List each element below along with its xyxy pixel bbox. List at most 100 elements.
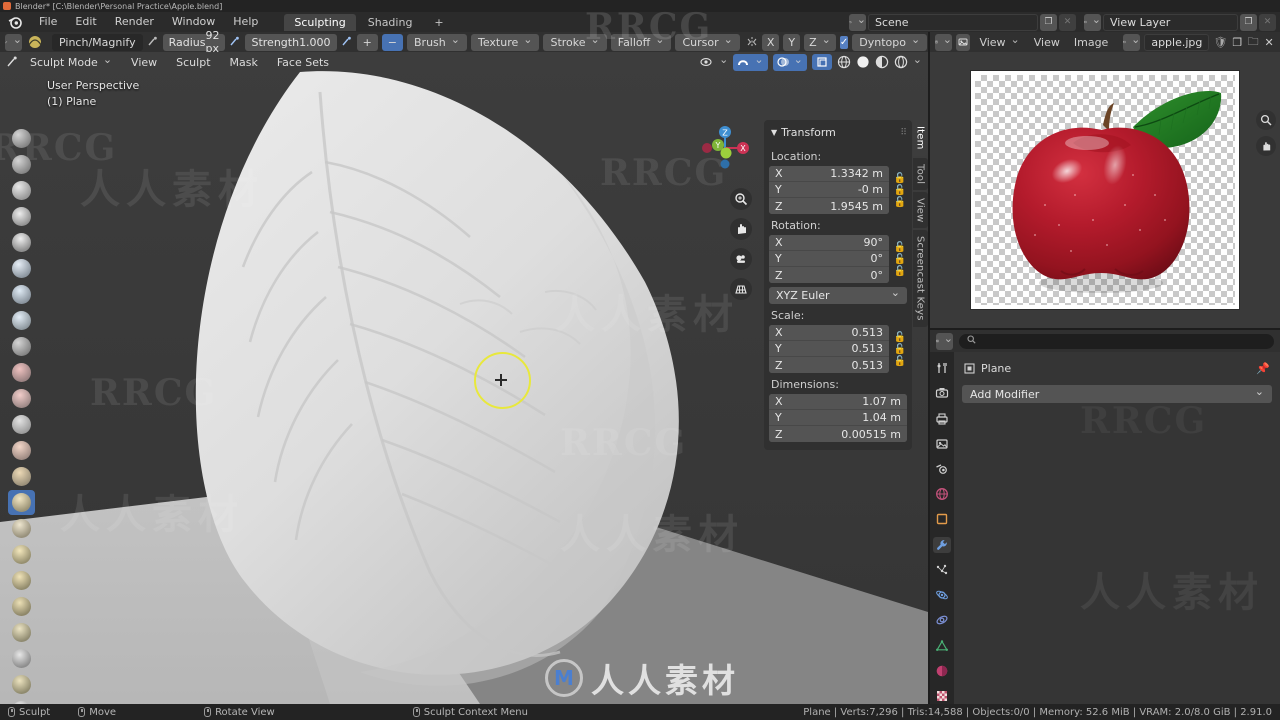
radius-texture-pin-icon[interactable]	[147, 36, 159, 48]
viewport-menu-view[interactable]: View	[124, 56, 164, 69]
lock-location-z-icon[interactable]: 🔓	[893, 197, 907, 208]
location-z-field[interactable]: Z 1.9545 m	[769, 198, 889, 214]
camera-view-icon[interactable]	[730, 248, 752, 270]
shading-material-icon[interactable]	[875, 55, 889, 69]
scene-delete-icon[interactable]: ✕	[1059, 13, 1076, 31]
unlink-x-icon[interactable]: ✕	[1263, 36, 1275, 49]
properties-editor-icon[interactable]	[936, 332, 953, 350]
symmetry-z-toggle[interactable]: Z	[804, 33, 836, 51]
overlay-icon[interactable]	[772, 53, 807, 71]
properties-tab-scene[interactable]	[933, 461, 951, 477]
scale-y-field[interactable]: Y 0.513	[769, 341, 889, 357]
workspace-tab-sculpting[interactable]: Sculpting	[284, 13, 356, 31]
tool-blob[interactable]	[8, 308, 35, 333]
brush-preset-icon[interactable]	[5, 33, 22, 51]
symmetry-y-toggle[interactable]: Y	[783, 33, 801, 51]
sidebar-tab-view[interactable]: View	[912, 191, 928, 229]
rotation-y-field[interactable]: Y 0°	[769, 251, 889, 267]
properties-tab-constraints[interactable]	[933, 612, 951, 628]
lock-location-y-icon[interactable]: 🔓	[893, 185, 907, 196]
navigation-gizmo[interactable]: Z Y X	[697, 120, 753, 176]
cursor-popover[interactable]: Cursor	[675, 33, 740, 51]
image-editor-mode[interactable]: View	[974, 36, 1024, 49]
tool-draw-sharp[interactable]	[8, 152, 35, 177]
texture-popover[interactable]: Texture	[470, 33, 540, 51]
dyntopo-popover[interactable]: Dyntopo	[852, 33, 928, 51]
properties-tab-physics[interactable]	[933, 587, 951, 603]
tool-snake-hook[interactable]	[8, 568, 35, 593]
brush-name-field[interactable]: Pinch/Magnify	[52, 33, 143, 51]
fake-user-shield-icon[interactable]: 🛡	[1213, 36, 1227, 49]
falloff-popover[interactable]: Falloff	[610, 33, 672, 51]
image-menu-view[interactable]: View	[1029, 36, 1065, 49]
shading-rendered-icon[interactable]	[894, 55, 922, 69]
properties-tab-world[interactable]	[933, 486, 951, 502]
tool-pinch[interactable]	[8, 490, 35, 515]
scale-x-field[interactable]: X 0.513	[769, 325, 889, 341]
location-x-field[interactable]: X 1.3342 m	[769, 166, 889, 182]
toggle-perspective-icon[interactable]	[730, 278, 752, 300]
image-data-icon[interactable]	[956, 33, 971, 51]
falloff-curve-icon[interactable]	[26, 34, 44, 50]
viewport-menu-mask[interactable]: Mask	[223, 56, 265, 69]
lock-rotation-y-icon[interactable]: 🔓	[893, 254, 907, 265]
zoom-icon[interactable]	[730, 188, 752, 210]
dimension-y-field[interactable]: Y 1.04 m	[769, 410, 907, 426]
tool-smooth[interactable]	[8, 360, 35, 385]
pan-hand-icon[interactable]	[1256, 136, 1276, 156]
pan-hand-icon[interactable]	[730, 218, 752, 240]
image-name-field[interactable]: apple.jpg	[1144, 33, 1210, 51]
lock-scale-y-icon[interactable]: 🔓	[893, 344, 907, 355]
xray-icon[interactable]	[811, 54, 832, 70]
radius-pressure-icon[interactable]	[229, 36, 241, 48]
tool-clay-strips[interactable]	[8, 204, 35, 229]
viewport-menu-sculpt[interactable]: Sculpt	[169, 56, 217, 69]
new-copy-icon[interactable]: ❐	[1231, 36, 1243, 49]
scene-name-field[interactable]: Scene	[868, 13, 1038, 31]
menu-edit[interactable]: Edit	[67, 14, 104, 30]
tool-clay-thumb[interactable]	[8, 230, 35, 255]
mode-selector[interactable]: Sculpt Mode	[23, 56, 119, 69]
properties-tab-tool[interactable]	[933, 360, 951, 376]
tool-clay[interactable]	[8, 178, 35, 203]
symmetry-x-toggle[interactable]: X	[761, 33, 780, 51]
image-editor[interactable]	[930, 52, 1280, 328]
tool-multiplane-scrape[interactable]	[8, 464, 35, 489]
tool-nudge[interactable]	[8, 646, 35, 671]
lock-scale-x-icon[interactable]: 🔓	[893, 332, 907, 343]
dimension-x-field[interactable]: X 1.07 m	[769, 394, 907, 410]
image-menu-image[interactable]: Image	[1069, 36, 1113, 49]
lock-rotation-z-icon[interactable]: 🔓	[893, 266, 907, 277]
properties-tab-render[interactable]	[933, 385, 951, 401]
shading-wireframe-icon[interactable]	[837, 55, 851, 69]
image-datablock-icon[interactable]	[1123, 33, 1141, 51]
tool-rotate[interactable]	[8, 672, 35, 697]
rotation-mode-dropdown[interactable]: XYZ Euler	[769, 287, 907, 304]
visibility-icon[interactable]	[700, 56, 728, 69]
properties-tab-texture[interactable]	[933, 688, 951, 704]
radius-slider[interactable]: Radius 92 px	[162, 29, 226, 55]
properties-tab-output[interactable]	[933, 410, 951, 426]
stroke-popover[interactable]: Stroke	[543, 33, 607, 51]
rotation-z-field[interactable]: Z 0°	[769, 267, 889, 283]
properties-tab-modifier[interactable]	[933, 536, 951, 553]
menu-render[interactable]: Render	[107, 14, 162, 30]
properties-tab-particles[interactable]	[933, 562, 951, 578]
view-layer-copy-icon[interactable]: ❐	[1240, 13, 1257, 31]
tool-pose[interactable]	[8, 620, 35, 645]
scene-icon[interactable]	[849, 13, 866, 31]
view-layer-icon[interactable]	[1084, 13, 1101, 31]
location-y-field[interactable]: Y -0 m	[769, 182, 889, 198]
tool-scrape[interactable]	[8, 438, 35, 463]
tool-slide-relax[interactable]	[8, 698, 35, 704]
sidebar-tab-screencast-keys[interactable]: Screencast Keys	[912, 230, 928, 327]
tool-crease[interactable]	[8, 334, 35, 359]
tool-inflate[interactable]	[8, 282, 35, 307]
snap-magnet-icon[interactable]	[733, 53, 768, 71]
tool-fill[interactable]	[8, 412, 35, 437]
subtract-direction-button[interactable]: −	[381, 33, 403, 51]
dimension-z-field[interactable]: Z 0.00515 m	[769, 426, 907, 442]
tool-thumb[interactable]	[8, 594, 35, 619]
properties-tab-view-layer[interactable]	[933, 436, 951, 452]
menu-window[interactable]: Window	[164, 14, 223, 30]
